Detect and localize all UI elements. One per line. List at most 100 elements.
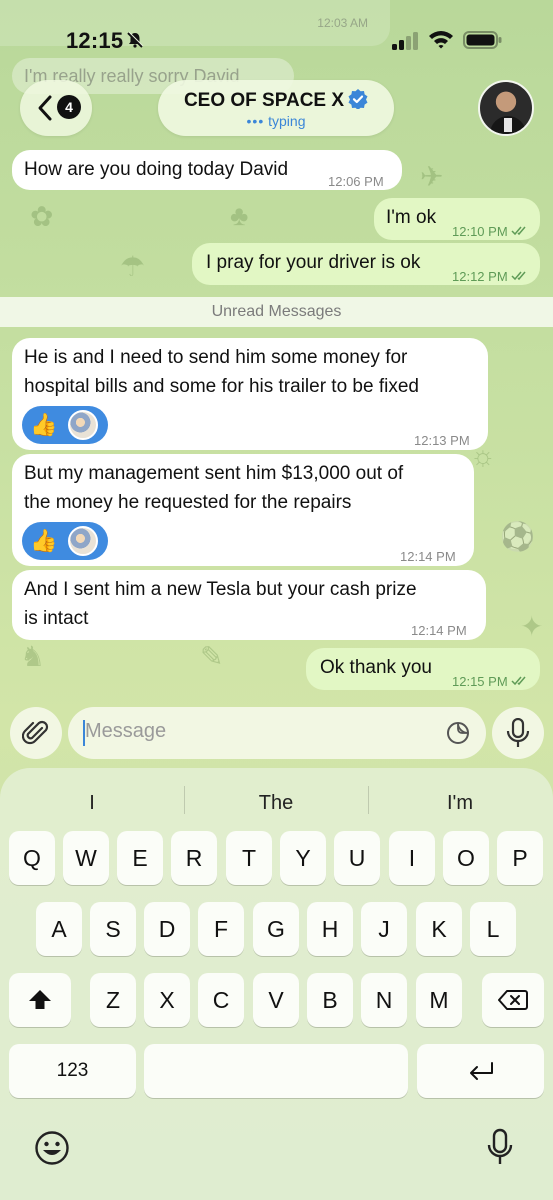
- key-n[interactable]: N: [361, 973, 407, 1027]
- reactor-avatar: [68, 410, 98, 440]
- message-time: 12:15 PM: [452, 667, 529, 696]
- thumbs-up-reaction: 👍: [30, 412, 58, 437]
- message-text-line: And I sent him a new Tesla but your cash…: [24, 579, 417, 600]
- emoji-icon[interactable]: [34, 1130, 70, 1166]
- contact-avatar[interactable]: [478, 80, 534, 136]
- avatar-collar: [504, 118, 512, 132]
- typing-dots: •••: [246, 113, 265, 129]
- suggestion-1[interactable]: I: [30, 788, 154, 818]
- key-u[interactable]: U: [334, 831, 380, 885]
- message-time: 12:13 PM: [414, 433, 470, 448]
- key-m[interactable]: M: [416, 973, 462, 1027]
- key-v[interactable]: V: [253, 973, 299, 1027]
- chat-header[interactable]: CEO OF SPACE X ••• typing: [158, 80, 394, 136]
- message-text-line: the money he requested for the repairs: [24, 492, 352, 513]
- message-text-line: hospital bills and some for his trailer …: [24, 376, 419, 397]
- message-time: 12:06 PM: [328, 174, 384, 189]
- message-placeholder: Message: [85, 720, 167, 742]
- message-time: 12:14 PM: [400, 549, 456, 564]
- numbers-key[interactable]: 123: [9, 1044, 136, 1098]
- backspace-key[interactable]: [482, 973, 544, 1027]
- typing-label: typing: [268, 113, 306, 129]
- paperclip-icon: [22, 720, 49, 745]
- key-s[interactable]: S: [90, 902, 136, 956]
- message-text-line: He is and I need to send him some money …: [24, 347, 408, 368]
- backspace-icon: [498, 990, 528, 1010]
- reaction-pill[interactable]: 👍: [22, 406, 108, 444]
- attach-button[interactable]: [10, 707, 62, 759]
- message-incoming[interactable]: He is and I need to send him some money …: [12, 338, 488, 450]
- message-outgoing[interactable]: I pray for your driver is ok 12:12 PM: [192, 243, 540, 285]
- battery-icon: [463, 31, 502, 49]
- suggestion-divider: [184, 786, 185, 814]
- key-q[interactable]: Q: [9, 831, 55, 885]
- message-outgoing[interactable]: Ok thank you 12:15 PM: [306, 648, 540, 690]
- chevron-left-icon: [38, 95, 52, 121]
- return-arrow-icon: [469, 1062, 493, 1080]
- read-ticks-icon: [511, 676, 526, 686]
- message-input[interactable]: Message: [68, 707, 486, 759]
- return-key[interactable]: [417, 1044, 544, 1098]
- message-incoming[interactable]: How are you doing today David 12:06 PM: [12, 150, 402, 190]
- reaction-pill[interactable]: 👍: [22, 522, 108, 560]
- space-key[interactable]: [144, 1044, 408, 1098]
- verified-badge-icon: [348, 89, 368, 109]
- bell-muted-icon: [127, 31, 144, 48]
- shift-key[interactable]: [9, 973, 71, 1027]
- message-text: I'm ok: [386, 207, 437, 228]
- key-w[interactable]: W: [63, 831, 109, 885]
- key-i[interactable]: I: [389, 831, 435, 885]
- wifi-icon: [429, 31, 453, 49]
- key-h[interactable]: H: [307, 902, 353, 956]
- message-time: 12:12 PM: [452, 262, 529, 291]
- message-incoming[interactable]: But my management sent him $13,000 out o…: [12, 454, 474, 566]
- key-e[interactable]: E: [117, 831, 163, 885]
- message-time-value: 12:10 PM: [452, 224, 508, 239]
- message-text: How are you doing today David: [24, 159, 289, 180]
- dictation-microphone-icon[interactable]: [486, 1128, 514, 1168]
- key-p[interactable]: P: [497, 831, 543, 885]
- key-b[interactable]: B: [307, 973, 353, 1027]
- message-text-line: is intact: [24, 608, 89, 629]
- status-time: 12:15: [66, 28, 124, 53]
- key-y[interactable]: Y: [280, 831, 326, 885]
- back-button[interactable]: 4: [20, 80, 92, 136]
- unread-messages-divider: Unread Messages: [0, 297, 553, 327]
- message-time-value: 12:15 PM: [452, 674, 508, 689]
- key-z[interactable]: Z: [90, 973, 136, 1027]
- key-d[interactable]: D: [144, 902, 190, 956]
- microphone-icon: [506, 718, 530, 747]
- status-bar: 12:15: [0, 0, 553, 80]
- suggestion-2[interactable]: The: [214, 788, 338, 818]
- read-ticks-icon: [511, 271, 526, 281]
- key-k[interactable]: K: [416, 902, 462, 956]
- message-time-value: 12:12 PM: [452, 269, 508, 284]
- reactor-avatar: [68, 526, 98, 556]
- message-outgoing[interactable]: I'm ok 12:10 PM: [374, 198, 540, 240]
- voice-record-button[interactable]: [492, 707, 544, 759]
- key-a[interactable]: A: [36, 902, 82, 956]
- message-text-line: But my management sent him $13,000 out o…: [24, 463, 404, 484]
- key-t[interactable]: T: [226, 831, 272, 885]
- key-o[interactable]: O: [443, 831, 489, 885]
- key-r[interactable]: R: [171, 831, 217, 885]
- onscreen-keyboard: I The I'm Q W E R T Y U I O P A S D F G …: [0, 768, 553, 1200]
- key-g[interactable]: G: [253, 902, 299, 956]
- message-time: 12:10 PM: [452, 217, 529, 246]
- key-l[interactable]: L: [470, 902, 516, 956]
- typing-status: ••• typing: [158, 113, 394, 129]
- key-j[interactable]: J: [361, 902, 407, 956]
- suggestion-3[interactable]: I'm: [398, 788, 522, 818]
- message-incoming[interactable]: And I sent him a new Tesla but your cash…: [12, 570, 486, 640]
- message-text: I pray for your driver is ok: [206, 252, 421, 273]
- key-c[interactable]: C: [198, 973, 244, 1027]
- shift-arrow-icon: [29, 990, 51, 1009]
- suggestion-divider: [368, 786, 369, 814]
- unread-count-badge: 4: [57, 95, 81, 119]
- signal-icon: [392, 32, 418, 50]
- key-x[interactable]: X: [144, 973, 190, 1027]
- message-time: 12:14 PM: [411, 623, 467, 638]
- key-f[interactable]: F: [198, 902, 244, 956]
- sticker-icon[interactable]: [446, 721, 470, 745]
- chat-title-row: CEO OF SPACE X: [158, 89, 394, 112]
